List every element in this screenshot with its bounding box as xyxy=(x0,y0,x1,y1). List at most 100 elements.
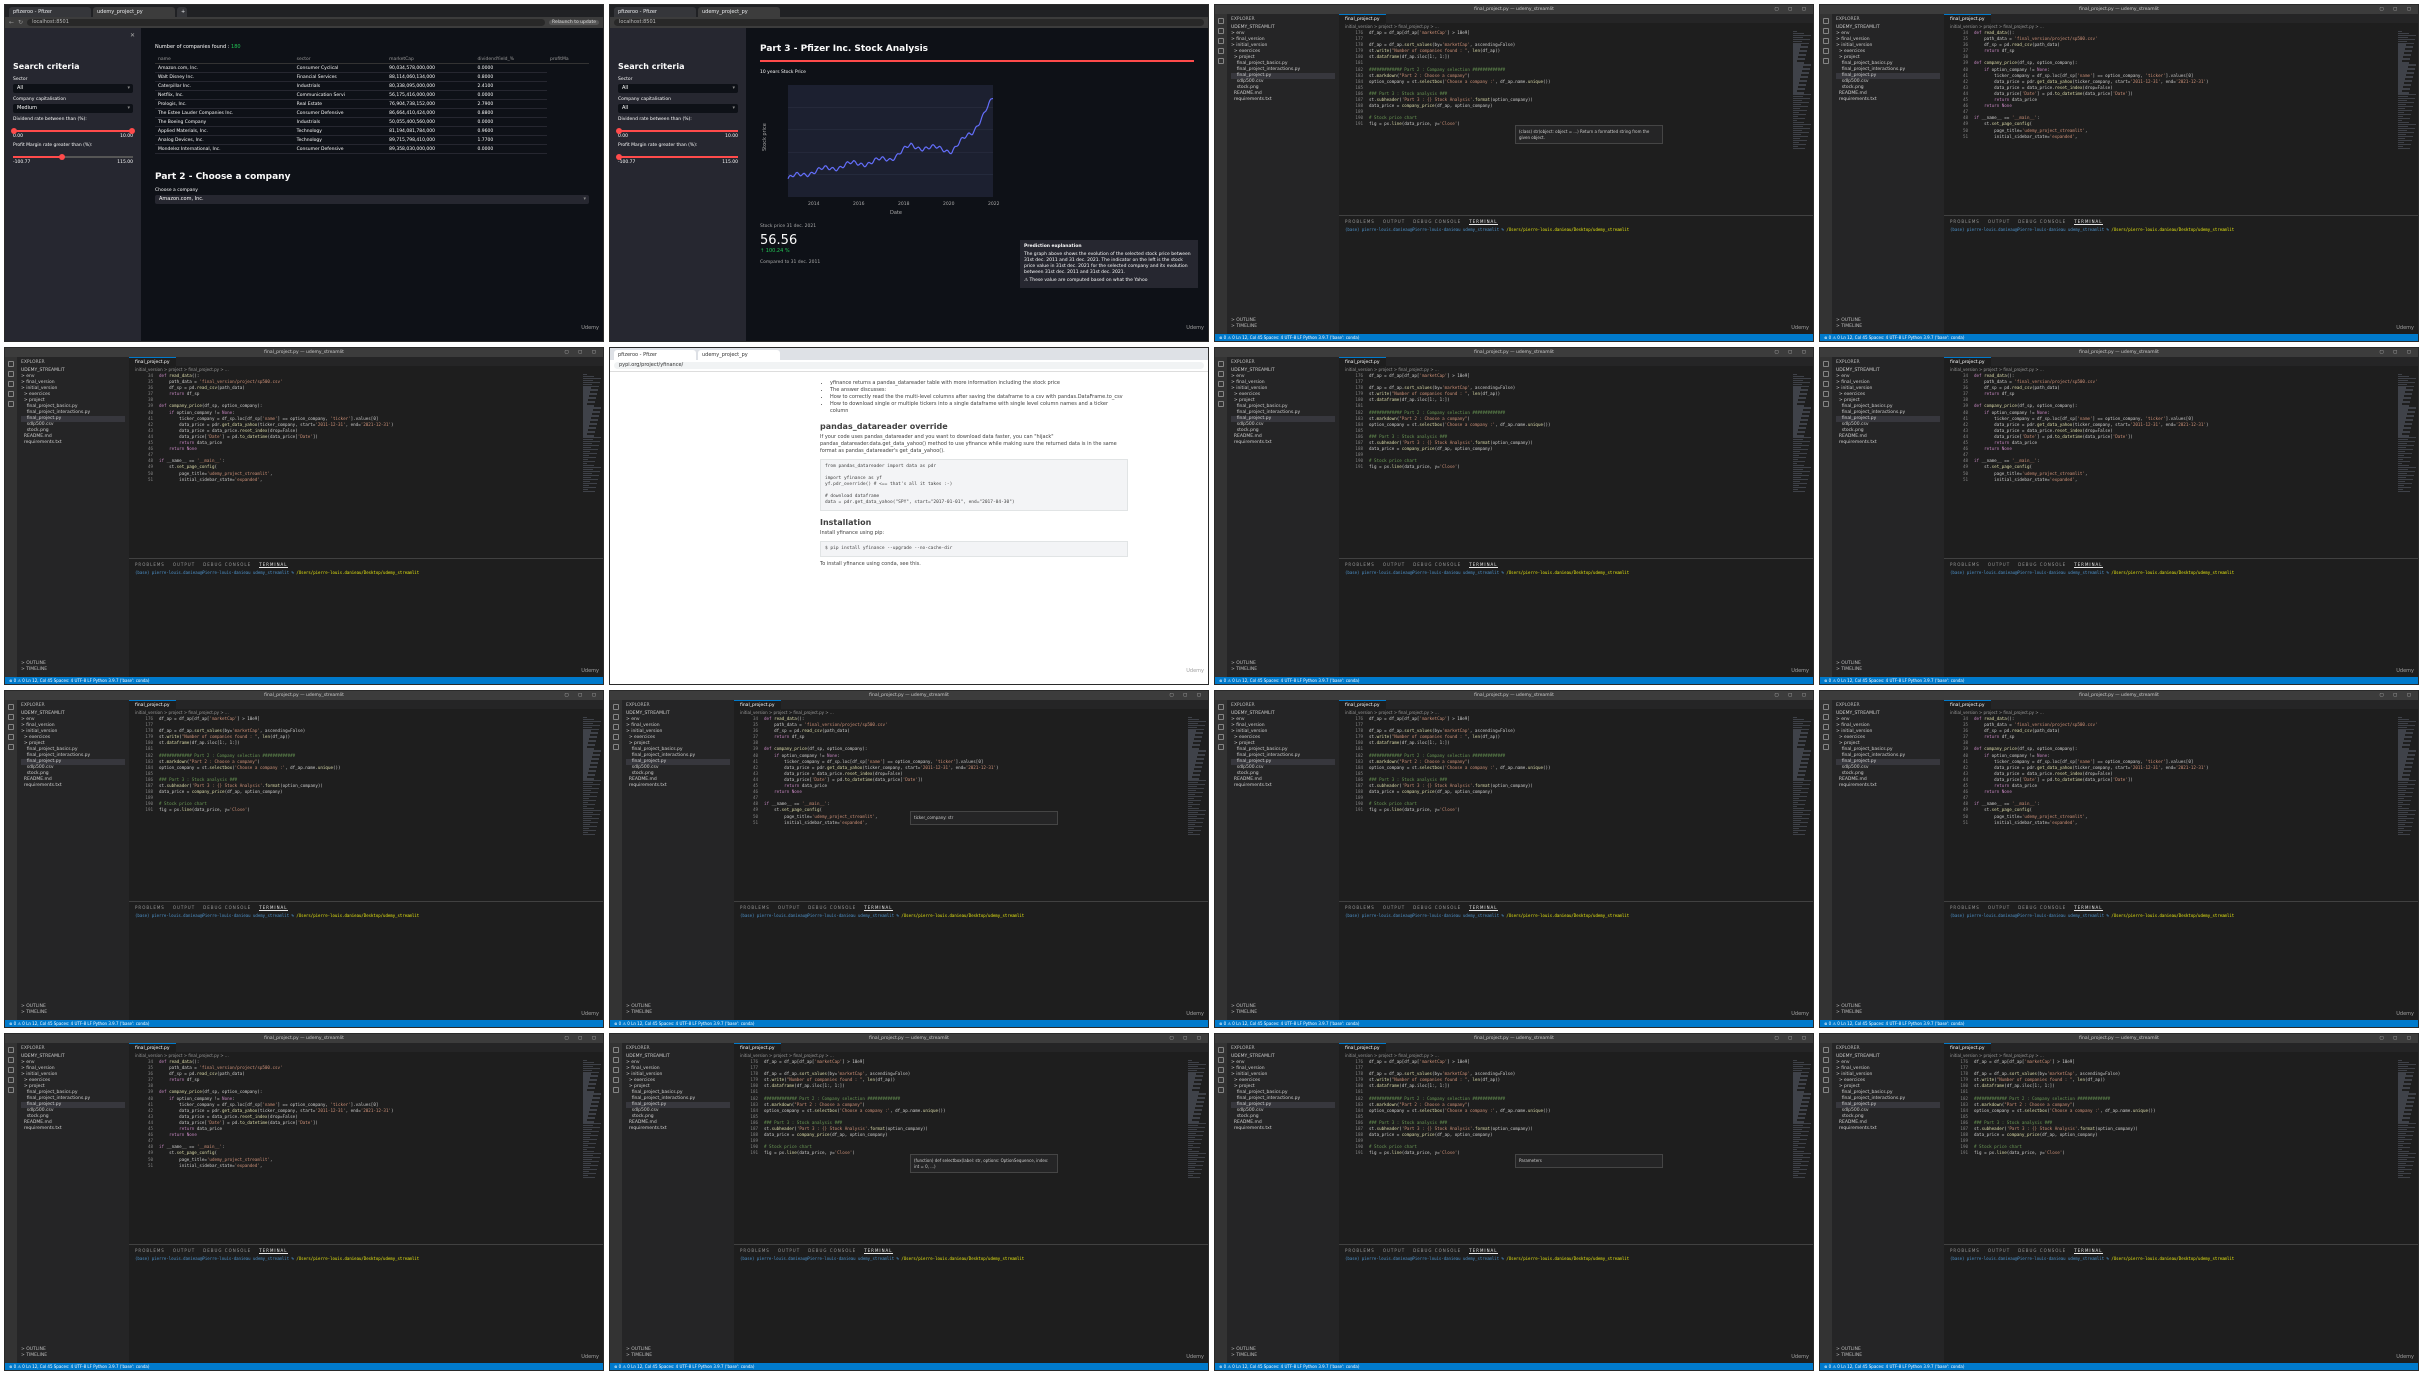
panel-tab[interactable]: OUTPUT xyxy=(1988,219,2010,224)
table-row[interactable]: Walt Disney Inc. Financial Services 88,114… xyxy=(155,72,589,82)
minimap[interactable] xyxy=(2398,716,2418,901)
window-buttons[interactable]: ▢ ▢ ▢ xyxy=(1774,348,1810,357)
browser-tab-active[interactable]: udemy_project_py xyxy=(698,7,780,17)
run-debug-icon[interactable] xyxy=(1218,391,1224,397)
slider-handle[interactable] xyxy=(11,128,17,134)
extensions-icon[interactable] xyxy=(1218,744,1224,750)
code-editor[interactable]: 176 df_ap = df_ap[df_ap['marketCap'] > 10… xyxy=(129,716,581,901)
search-icon[interactable] xyxy=(613,1057,619,1063)
run-debug-icon[interactable] xyxy=(1218,734,1224,740)
profit-slider[interactable] xyxy=(13,154,133,160)
dividend-slider[interactable] xyxy=(616,128,738,134)
company-select[interactable]: Amazon.com, Inc. xyxy=(155,195,589,204)
editor-tab[interactable]: final_project.py xyxy=(1339,700,1386,709)
column-header[interactable]: sector xyxy=(293,55,387,64)
extensions-icon[interactable] xyxy=(8,744,14,750)
extensions-icon[interactable] xyxy=(613,744,619,750)
timeline-header[interactable]: > TIMELINE xyxy=(1231,667,1257,673)
panel-tab[interactable]: OUTPUT xyxy=(778,905,800,910)
panel-tab[interactable]: PROBLEMS xyxy=(1950,219,1980,224)
terminal[interactable]: (base) pierre-louis.danieau@Pierre-louis… xyxy=(1944,913,2418,919)
run-debug-icon[interactable] xyxy=(1823,1077,1829,1083)
search-icon[interactable] xyxy=(1218,28,1224,34)
panel-tab[interactable]: DEBUG CONSOLE xyxy=(203,905,251,910)
panel-tab[interactable]: TERMINAL xyxy=(1469,219,1498,225)
editor-tab[interactable]: final_project.py xyxy=(129,700,176,709)
extensions-icon[interactable] xyxy=(8,401,14,407)
search-icon[interactable] xyxy=(1218,371,1224,377)
window-buttons[interactable]: ▢ ▢ ▢ xyxy=(1169,1034,1205,1043)
source-control-icon[interactable] xyxy=(8,724,14,730)
minimap[interactable] xyxy=(1793,1059,1813,1244)
panel-tab[interactable]: DEBUG CONSOLE xyxy=(2018,905,2066,910)
panel-tab[interactable]: PROBLEMS xyxy=(1950,905,1980,910)
run-debug-icon[interactable] xyxy=(613,1077,619,1083)
minimap[interactable] xyxy=(1793,30,1813,215)
files-icon[interactable] xyxy=(1218,18,1224,24)
sector-select[interactable]: All xyxy=(618,84,738,93)
editor-tab[interactable]: final_project.py xyxy=(1339,14,1386,23)
source-control-icon[interactable] xyxy=(613,724,619,730)
panel-tab[interactable]: TERMINAL xyxy=(1469,905,1498,911)
minimap[interactable] xyxy=(2398,1059,2418,1244)
timeline-header[interactable]: > TIMELINE xyxy=(21,1010,47,1016)
files-icon[interactable] xyxy=(613,704,619,710)
file-tree-item[interactable]: requirements.txt xyxy=(1231,97,1335,103)
code-editor[interactable]: 34 def read_data(): 35 path_data = 'final_… xyxy=(1944,716,2396,901)
panel-tab[interactable]: TERMINAL xyxy=(2074,1248,2103,1254)
file-tree-item[interactable]: requirements.txt xyxy=(626,783,730,789)
panel-tab[interactable]: DEBUG CONSOLE xyxy=(2018,1248,2066,1253)
files-icon[interactable] xyxy=(1823,18,1829,24)
panel-tab[interactable]: PROBLEMS xyxy=(1345,905,1375,910)
source-control-icon[interactable] xyxy=(613,1067,619,1073)
timeline-header[interactable]: > TIMELINE xyxy=(1836,1010,1862,1016)
files-icon[interactable] xyxy=(613,1047,619,1053)
dividend-slider[interactable] xyxy=(11,128,135,134)
back-icon[interactable]: ← xyxy=(9,19,14,26)
code-editor[interactable]: 34 def read_data(): 35 path_data = 'final_… xyxy=(734,716,1186,901)
browser-tab[interactable]: pfizeroo - Pfizer xyxy=(614,7,696,17)
run-debug-icon[interactable] xyxy=(8,1077,14,1083)
search-icon[interactable] xyxy=(8,714,14,720)
slider-handle[interactable] xyxy=(616,154,622,160)
minimap[interactable] xyxy=(1793,373,1813,558)
terminal[interactable]: (base) pierre-louis.danieau@Pierre-louis… xyxy=(1339,570,1813,576)
search-icon[interactable] xyxy=(8,371,14,377)
terminal[interactable]: (base) pierre-louis.danieau@Pierre-louis… xyxy=(1339,913,1813,919)
extensions-icon[interactable] xyxy=(1823,1087,1829,1093)
code-editor[interactable]: 34 def read_data(): 35 path_data = 'final_… xyxy=(129,373,581,558)
table-row[interactable]: The Boeing Company Industrials 50,055,400,… xyxy=(155,117,589,127)
terminal[interactable]: (base) pierre-louis.danieau@Pierre-louis… xyxy=(129,913,603,919)
panel-tab[interactable]: TERMINAL xyxy=(864,905,893,911)
cap-select[interactable]: Medium xyxy=(13,104,133,113)
panel-tab[interactable]: OUTPUT xyxy=(778,1248,800,1253)
slider-handle[interactable] xyxy=(129,128,135,134)
minimap[interactable] xyxy=(583,1059,603,1244)
panel-tab[interactable]: PROBLEMS xyxy=(1345,1248,1375,1253)
terminal[interactable]: (base) pierre-louis.danieau@Pierre-louis… xyxy=(1339,1256,1813,1262)
files-icon[interactable] xyxy=(1218,704,1224,710)
source-control-icon[interactable] xyxy=(1218,381,1224,387)
run-debug-icon[interactable] xyxy=(8,734,14,740)
editor-tab[interactable]: final_project.py xyxy=(129,357,176,366)
file-tree-item[interactable]: requirements.txt xyxy=(1836,783,1940,789)
timeline-header[interactable]: > TIMELINE xyxy=(1231,324,1257,330)
sector-select[interactable]: All xyxy=(13,84,133,93)
panel-tab[interactable]: TERMINAL xyxy=(259,905,288,911)
timeline-header[interactable]: > TIMELINE xyxy=(1231,1010,1257,1016)
table-row[interactable]: Netflix, Inc. Communication Servi 56,175,4… xyxy=(155,90,589,100)
relaunch-button[interactable]: Relaunch to update xyxy=(549,20,599,25)
extensions-icon[interactable] xyxy=(8,1087,14,1093)
timeline-header[interactable]: > TIMELINE xyxy=(1836,667,1862,673)
timeline-header[interactable]: > TIMELINE xyxy=(21,667,47,673)
new-tab-button[interactable]: + xyxy=(177,7,187,17)
search-icon[interactable] xyxy=(1823,1057,1829,1063)
minimap[interactable] xyxy=(1188,716,1208,901)
panel-tab[interactable]: DEBUG CONSOLE xyxy=(203,562,251,567)
editor-tab[interactable]: final_project.py xyxy=(1339,357,1386,366)
window-buttons[interactable]: ▢ ▢ ▢ xyxy=(2379,348,2415,357)
window-buttons[interactable]: ▢ ▢ ▢ xyxy=(2379,5,2415,14)
terminal[interactable]: (base) pierre-louis.danieau@Pierre-louis… xyxy=(734,1256,1208,1262)
code-editor[interactable]: 176 df_ap = df_ap[df_ap['marketCap'] > 10… xyxy=(1339,30,1791,215)
window-buttons[interactable]: ▢ ▢ ▢ xyxy=(564,1034,600,1043)
